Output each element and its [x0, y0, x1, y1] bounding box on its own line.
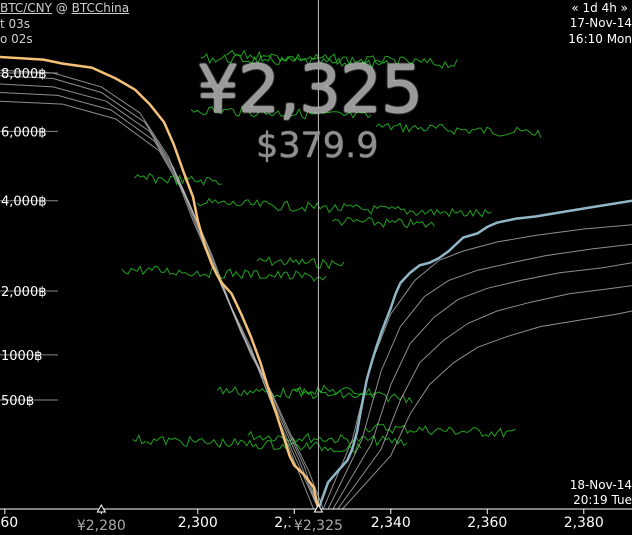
order-flow-trace [196, 197, 492, 218]
price-marker-label: ¥2,325 [294, 518, 343, 534]
market-header: BTC/CNY @ BTCChina [0, 1, 129, 16]
y-tick-label: 8,000฿ [1, 67, 47, 82]
y-tick-label: 500฿ [1, 394, 34, 409]
x-tick-label: 260 [0, 515, 18, 531]
y-tick-label: 1000฿ [1, 349, 42, 364]
order-flow-trace [132, 434, 362, 455]
x-tick-label: 2,300 [178, 515, 218, 531]
order-flow-trace [332, 216, 435, 229]
range-end: 18-Nov-14 20:19 Tue [570, 478, 632, 508]
asks-current-curve [317, 199, 632, 510]
x-tick-label: 2,380 [564, 515, 604, 531]
y-tick-label: 2,000฿ [1, 285, 47, 300]
y-tick-label: 4,000฿ [1, 195, 47, 210]
price-cny: ¥2,325 [197, 51, 423, 128]
update-timer-2: o 02s [0, 32, 33, 46]
range-nav[interactable]: « 1d 4h » [571, 1, 628, 16]
order-flow-trace [216, 385, 413, 404]
exchange-link[interactable]: BTCChina [72, 1, 130, 15]
update-timer-1: t 03s [0, 17, 31, 31]
order-flow-trace [121, 265, 327, 282]
asks-history-curve [327, 243, 632, 510]
depth-chart: 500฿1000฿2,000฿4,000฿6,000฿8,000฿2602,28… [0, 0, 632, 535]
x-tick-label: 2,340 [371, 515, 411, 531]
price-marker-label: ¥2,280 [77, 518, 126, 534]
range-start-date: 17-Nov-14 [569, 16, 632, 30]
pair-link[interactable]: BTC/CNY [0, 1, 52, 15]
y-tick-label: 6,000฿ [1, 125, 47, 140]
order-flow-trace [256, 256, 345, 270]
range-start-time: 16:10 Mon [568, 32, 632, 46]
x-tick-label: 2,360 [467, 515, 507, 531]
at-sign: @ [55, 1, 68, 15]
price-usd: $379.9 [256, 126, 379, 166]
asks-history-curve [332, 262, 632, 510]
order-flow-trace [364, 423, 516, 438]
range-end-time: 20:19 Tue [573, 493, 632, 507]
range-end-date: 18-Nov-14 [569, 478, 632, 492]
